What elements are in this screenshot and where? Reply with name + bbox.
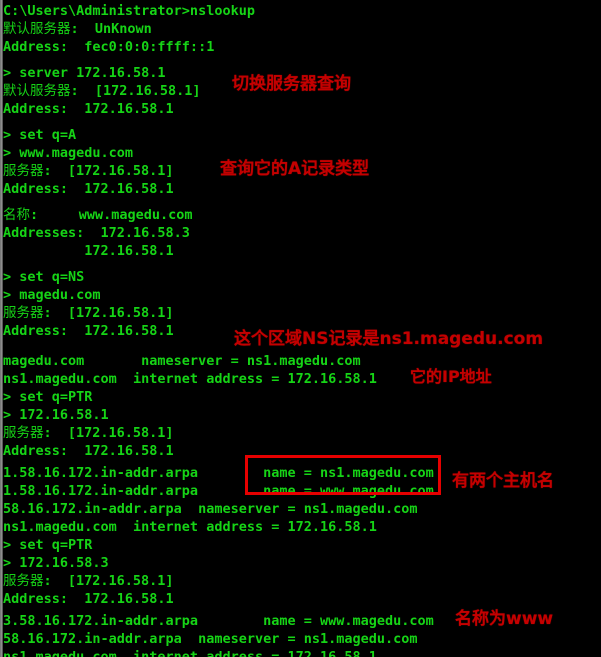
annotation-switch-server: 切换服务器查询 <box>232 74 351 94</box>
console-line: magedu.com nameserver = ns1.magedu.com <box>3 353 361 369</box>
console-line: Address: 172.16.58.1 <box>3 443 174 459</box>
console-line: Address: 172.16.58.1 <box>3 323 174 339</box>
console-line: > server 172.16.58.1 <box>3 65 166 81</box>
console-line: > www.magedu.com <box>3 145 134 161</box>
console-line: 58.16.172.in-addr.arpa nameserver = ns1.… <box>3 501 418 517</box>
console-line: 默认服务器: UnKnown <box>3 21 152 37</box>
console-line: ns1.magedu.com internet address = 172.16… <box>3 519 377 535</box>
console-line: ns1.magedu.com internet address = 172.16… <box>3 649 377 657</box>
console-line: 58.16.172.in-addr.arpa nameserver = ns1.… <box>3 631 418 647</box>
console-line: 服务器: [172.16.58.1] <box>3 305 174 321</box>
console-line: Address: 172.16.58.1 <box>3 101 174 117</box>
console-line: > magedu.com <box>3 287 101 303</box>
console-line: Addresses: 172.16.58.3 <box>3 225 190 241</box>
console-line: Address: 172.16.58.1 <box>3 591 174 607</box>
console-line: 服务器: [172.16.58.1] <box>3 163 174 179</box>
annotation-zone-ns-record: 这个区域NS记录是ns1.magedu.com <box>234 329 544 349</box>
console-line: C:\Users\Administrator>nslookup <box>3 3 255 19</box>
console-line: ns1.magedu.com internet address = 172.16… <box>3 371 377 387</box>
console-line: Address: fec0:0:0:ffff::1 <box>3 39 215 55</box>
console-line: 服务器: [172.16.58.1] <box>3 425 174 441</box>
annotation-its-ip: 它的IP地址 <box>410 367 492 386</box>
console-line: > set q=NS <box>3 269 85 285</box>
console-line: > set q=PTR <box>3 537 93 553</box>
annotation-name-is-www: 名称为www <box>455 609 554 629</box>
console-line: 1.58.16.172.in-addr.arpa name = ns1.mage… <box>3 465 434 481</box>
console-line: > set q=A <box>3 127 77 143</box>
console-line: 名称: www.magedu.com <box>3 207 193 223</box>
console-line: Address: 172.16.58.1 <box>3 181 174 197</box>
console-line: 服务器: [172.16.58.1] <box>3 573 174 589</box>
console-line: 3.58.16.172.in-addr.arpa name = www.mage… <box>3 613 434 629</box>
annotation-two-hostnames: 有两个主机名 <box>452 471 554 491</box>
console-line: 172.16.58.1 <box>3 243 174 259</box>
console-line: 1.58.16.172.in-addr.arpa name = www.mage… <box>3 483 434 499</box>
console-line: > 172.16.58.3 <box>3 555 109 571</box>
cmd-console-window: C:\Users\Administrator>nslookup 默认服务器: Un… <box>0 0 601 657</box>
annotation-query-a-record: 查询它的A记录类型 <box>220 159 370 179</box>
console-line: > set q=PTR <box>3 389 93 405</box>
console-line: 默认服务器: [172.16.58.1] <box>3 83 201 99</box>
console-line: > 172.16.58.1 <box>3 407 109 423</box>
